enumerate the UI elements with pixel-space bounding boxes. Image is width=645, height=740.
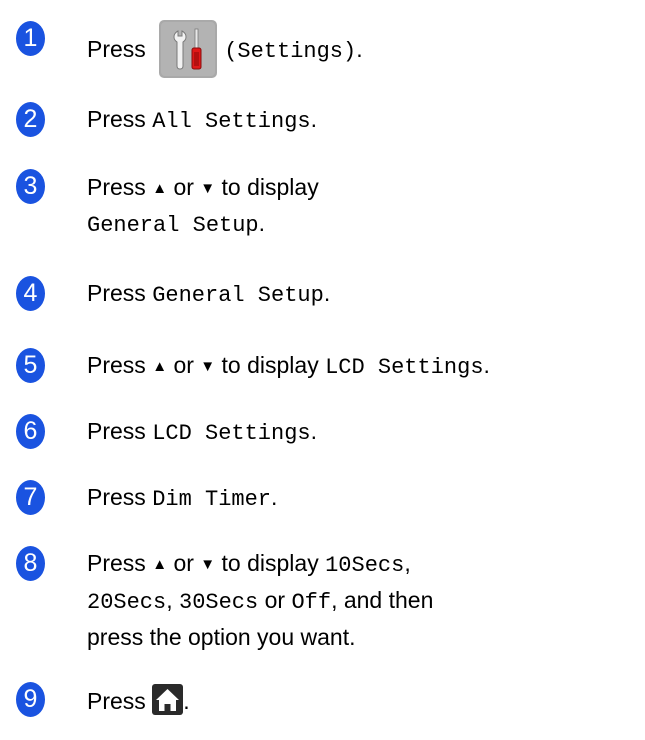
step-text: Press All Settings. (87, 106, 318, 134)
step-number-badge: 3 (16, 169, 45, 204)
step-text: Press ▲ or ▼ to display 10Secs, 20Secs, … (87, 550, 434, 650)
down-triangle-icon: ▼ (200, 358, 216, 375)
step-number-badge: 7 (16, 480, 45, 515)
step-text: Press General Setup. (87, 280, 331, 308)
step-number-badge: 1 (16, 21, 45, 56)
down-triangle-icon: ▼ (200, 180, 216, 197)
step-text: Press . (87, 684, 190, 718)
settings-icon (158, 19, 218, 79)
up-triangle-icon: ▲ (152, 358, 168, 375)
step-text: Press ▲ or ▼ to display General Setup. (87, 174, 319, 238)
step-number-badge: 9 (16, 682, 45, 717)
step-number-badge: 5 (16, 348, 45, 383)
step-text: Press (Settings). (87, 19, 363, 81)
up-triangle-icon: ▲ (152, 180, 168, 197)
step-text: Press ▲ or ▼ to display LCD Settings. (87, 352, 490, 380)
step-number-badge: 4 (16, 276, 45, 311)
step-number-badge: 2 (16, 102, 45, 137)
step-number-badge: 6 (16, 414, 45, 449)
down-triangle-icon: ▼ (200, 556, 216, 573)
step-text: Press Dim Timer. (87, 484, 278, 512)
step-text: Press LCD Settings. (87, 418, 318, 446)
step-number-badge: 8 (16, 546, 45, 581)
up-triangle-icon: ▲ (152, 556, 168, 573)
home-icon (152, 684, 184, 716)
